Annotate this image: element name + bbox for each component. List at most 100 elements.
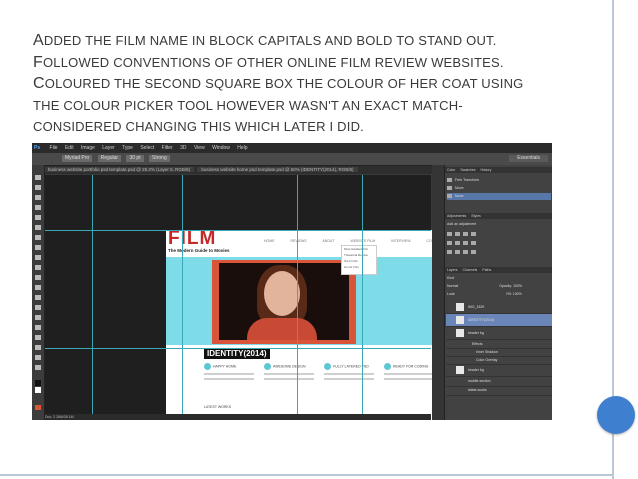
quick-select-tool-icon[interactable] bbox=[35, 205, 41, 210]
latest-works-title: LATEST WORKS bbox=[204, 405, 232, 409]
fill-field[interactable]: Fill: 100% bbox=[506, 292, 521, 296]
healing-tool-icon[interactable] bbox=[35, 235, 41, 240]
brightness-icon[interactable] bbox=[447, 232, 452, 237]
menu-image[interactable]: Image bbox=[81, 145, 95, 151]
path-select-tool-icon[interactable] bbox=[35, 335, 41, 340]
exposure-icon[interactable] bbox=[471, 232, 476, 237]
text-line bbox=[204, 378, 254, 380]
tab-color[interactable]: Color bbox=[445, 168, 457, 172]
feature-col: FULLY LAYERED PSD bbox=[324, 363, 374, 380]
crop-tool-icon[interactable] bbox=[35, 215, 41, 220]
tools-panel bbox=[32, 165, 45, 420]
gradient-tool-icon[interactable] bbox=[35, 285, 41, 290]
posterize-icon[interactable] bbox=[455, 250, 460, 255]
history-item-selected[interactable]: Move bbox=[447, 193, 551, 200]
menu-3d[interactable]: 3D bbox=[180, 145, 186, 151]
history-brush-tool-icon[interactable] bbox=[35, 265, 41, 270]
layer-row[interactable]: header bg bbox=[446, 327, 552, 340]
hero-photo bbox=[219, 263, 349, 340]
lock-label: Lock: bbox=[447, 292, 456, 296]
shape-tool-icon[interactable] bbox=[35, 345, 41, 350]
menu-layer[interactable]: Layer bbox=[102, 145, 115, 151]
panel-icon-column bbox=[432, 165, 444, 420]
antialias-select[interactable]: Strong bbox=[149, 155, 170, 163]
text-line bbox=[384, 378, 434, 380]
doc-tab-home[interactable]: business website home psd template.psd @… bbox=[197, 167, 358, 172]
tab-swatches[interactable]: Swatches bbox=[458, 168, 477, 172]
menu-edit[interactable]: Edit bbox=[65, 145, 74, 151]
font-style-select[interactable]: Regular bbox=[97, 155, 122, 163]
tab-channels[interactable]: Channels bbox=[461, 268, 480, 272]
threshold-icon[interactable] bbox=[463, 250, 468, 255]
menu-type[interactable]: Type bbox=[122, 145, 133, 151]
tab-layers[interactable]: Layers bbox=[445, 268, 460, 272]
tab-history[interactable]: History bbox=[479, 168, 494, 172]
feature-title: FULLY LAYERED PSD bbox=[333, 364, 369, 369]
adjustment-icons-row bbox=[447, 249, 551, 256]
history-item[interactable]: Free Transform bbox=[447, 177, 551, 184]
adjustments-panel-tabs: Adjustments Styles bbox=[445, 213, 552, 219]
menu-window[interactable]: Window bbox=[212, 145, 230, 151]
tab-adjustments[interactable]: Adjustments bbox=[445, 214, 468, 218]
opacity-field[interactable]: Opacity: 100% bbox=[499, 284, 522, 288]
layer-row[interactable]: IMG_1829 bbox=[446, 301, 552, 314]
font-size-select[interactable]: 30 pt bbox=[126, 155, 144, 163]
hero-photo-coat bbox=[247, 318, 317, 340]
menu-filter[interactable]: Filter bbox=[162, 145, 173, 151]
stamp-tool-icon[interactable] bbox=[35, 255, 41, 260]
hero-photo-frame bbox=[212, 260, 356, 344]
site-nav-reviews: REVIEWS bbox=[290, 239, 307, 243]
film-title-headline: IDENTITY(2014) bbox=[204, 348, 270, 359]
tab-styles[interactable]: Styles bbox=[469, 214, 483, 218]
hand-tool-icon[interactable] bbox=[35, 355, 41, 360]
blur-tool-icon[interactable] bbox=[35, 295, 41, 300]
photoshop-app-icon[interactable]: Ps bbox=[34, 145, 40, 151]
history-item-icon bbox=[447, 178, 452, 183]
workspace-select[interactable]: Essentials bbox=[509, 155, 548, 162]
guide-line bbox=[297, 175, 298, 420]
site-nav-home: HOME bbox=[264, 239, 275, 243]
layer-name: IMG_1829 bbox=[468, 305, 485, 309]
menu-file[interactable]: File bbox=[50, 145, 58, 151]
eraser-tool-icon[interactable] bbox=[35, 275, 41, 280]
curves-icon[interactable] bbox=[463, 232, 468, 237]
menu-help[interactable]: Help bbox=[237, 145, 247, 151]
layer-row-selected[interactable]: IDENTITY(2014) bbox=[446, 314, 552, 327]
hue-saturation-icon[interactable] bbox=[455, 241, 460, 246]
layer-group-row[interactable]: latest-works bbox=[446, 386, 552, 396]
foreground-color-swatch[interactable] bbox=[35, 380, 41, 386]
doc-tab-portfolio[interactable]: business website portfolio psd template.… bbox=[44, 167, 195, 172]
vibrance-icon[interactable] bbox=[447, 241, 452, 246]
color-balance-icon[interactable] bbox=[463, 241, 468, 246]
brush-tool-icon[interactable] bbox=[35, 245, 41, 250]
history-item-label: Free Transform bbox=[455, 178, 479, 182]
eyedropper-tool-icon[interactable] bbox=[35, 225, 41, 230]
lasso-tool-icon[interactable] bbox=[35, 195, 41, 200]
pen-tool-icon[interactable] bbox=[35, 315, 41, 320]
feature-icon bbox=[204, 363, 211, 370]
zoom-tool-icon[interactable] bbox=[35, 365, 41, 370]
history-item[interactable]: Move bbox=[447, 185, 551, 192]
background-color-swatch[interactable] bbox=[35, 387, 41, 393]
blend-mode-select[interactable]: Normal bbox=[447, 284, 458, 288]
black-white-icon[interactable] bbox=[471, 241, 476, 246]
blend-mode-row: Normal Opacity: 100% bbox=[447, 283, 551, 290]
photoshop-screenshot: Ps File Edit Image Layer Type Select Fil… bbox=[32, 143, 552, 420]
font-family-select[interactable]: Myriad Pro bbox=[62, 155, 93, 163]
type-tool-icon[interactable] bbox=[35, 325, 41, 330]
move-tool-icon[interactable] bbox=[35, 175, 41, 180]
dodge-tool-icon[interactable] bbox=[35, 305, 41, 310]
layer-row[interactable]: header bg bbox=[446, 364, 552, 377]
marquee-tool-icon[interactable] bbox=[35, 185, 41, 190]
invert-icon[interactable] bbox=[447, 250, 452, 255]
levels-icon[interactable] bbox=[455, 232, 460, 237]
menu-view[interactable]: View bbox=[194, 145, 205, 151]
gradient-map-icon[interactable] bbox=[471, 250, 476, 255]
quick-mask-icon[interactable] bbox=[35, 405, 41, 410]
history-panel-tabs: Color Swatches History bbox=[445, 167, 552, 173]
layer-filter[interactable]: Kind bbox=[447, 275, 551, 282]
feature-title: HAPPY HOME bbox=[213, 364, 237, 369]
layer-name: Color Overlay bbox=[476, 358, 498, 362]
menu-select[interactable]: Select bbox=[140, 145, 154, 151]
tab-paths[interactable]: Paths bbox=[480, 268, 493, 272]
